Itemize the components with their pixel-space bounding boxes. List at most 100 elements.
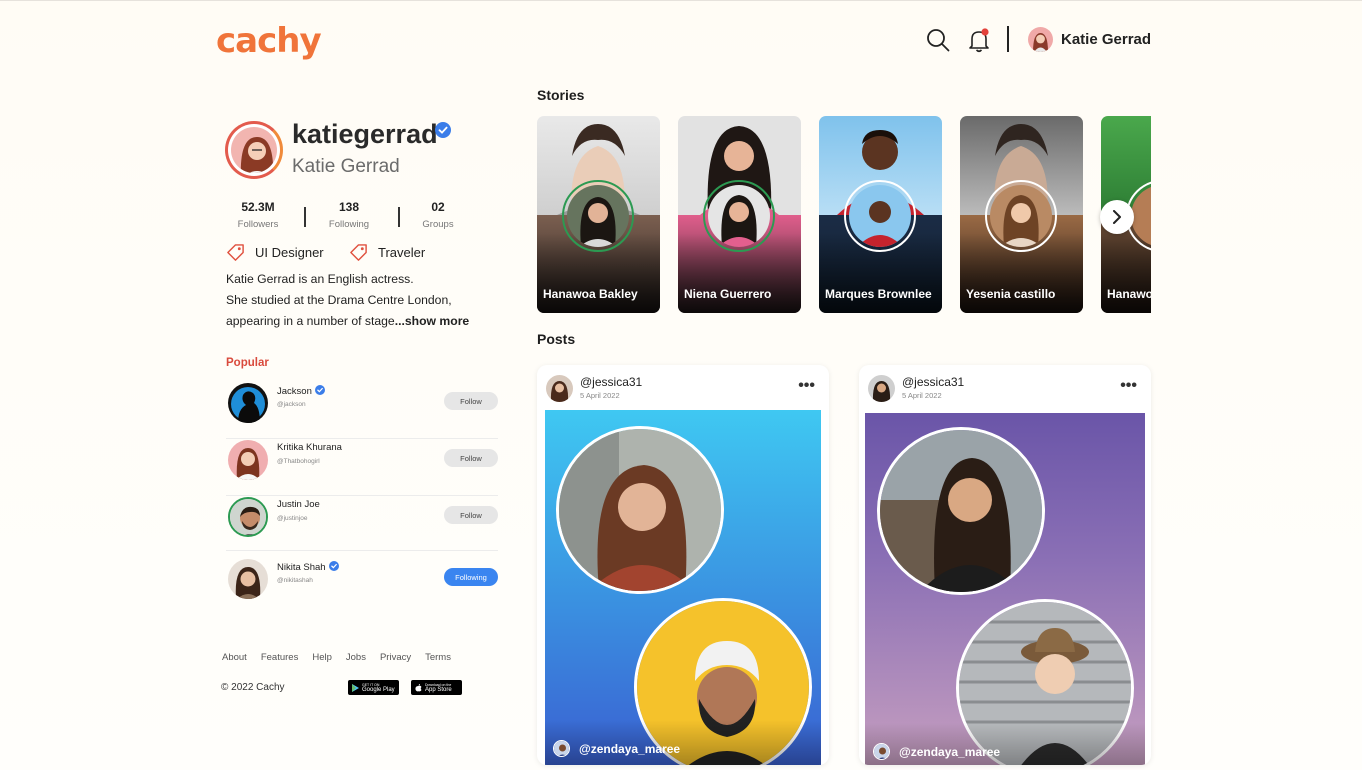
post-media[interactable]: @zendaya_maree [865, 413, 1145, 765]
bio-line: appearing in a number of stage [226, 314, 395, 328]
tagged-user-avatar[interactable] [873, 743, 890, 760]
post-media[interactable]: @zendaya_maree [545, 410, 821, 765]
profile-full-name: Katie Gerrad [292, 156, 400, 177]
page: cachy Katie Gerrad katiegerrad Katie Ger… [0, 0, 1362, 770]
badge-label: App Store [425, 686, 452, 693]
google-play-icon [352, 683, 359, 692]
more-options-icon[interactable]: ••• [1120, 377, 1137, 395]
popular-user-name: Jackson [277, 385, 325, 397]
posts-title: Posts [537, 331, 576, 347]
post-date: 5 April 2022 [902, 391, 942, 400]
footer-link-help[interactable]: Help [312, 652, 332, 663]
footer-link-about[interactable]: About [222, 652, 247, 663]
story-avatar [562, 180, 634, 252]
show-more-link[interactable]: ...show more [395, 314, 470, 328]
profile-tag[interactable]: Traveler [349, 241, 425, 263]
story-card[interactable]: Hanawoa Bakley [537, 116, 660, 313]
story-card[interactable]: Yesenia castillo [960, 116, 1083, 313]
verified-badge-icon [314, 385, 325, 395]
post-author-name[interactable]: @jessica31 [580, 375, 642, 389]
header-user-name[interactable]: Katie Gerrad [1061, 31, 1151, 48]
post-image-portrait [556, 426, 724, 594]
tagged-user-name[interactable]: @zendaya_maree [579, 742, 680, 756]
popular-user-row[interactable]: Justin Joe @justinjoe Follow [226, 497, 498, 551]
story-name: Hanawoa Bakley [1107, 287, 1151, 301]
story-card[interactable]: Marques Brownlee [819, 116, 942, 313]
footer-link-jobs[interactable]: Jobs [346, 652, 366, 663]
profile-tag[interactable]: UI Designer [226, 241, 324, 263]
bio-line: Katie Gerrad is an English actress. [226, 272, 414, 286]
bio-line: She studied at the Drama Centre London, [226, 293, 452, 307]
footer-link-terms[interactable]: Terms [425, 652, 451, 663]
follow-button[interactable]: Follow [444, 392, 498, 410]
popular-user-handle: @jackson [277, 401, 306, 408]
stat-divider [398, 207, 400, 227]
stories-strip: Hanawoa Bakley Niena Guerrero Marques Br… [537, 116, 1151, 314]
cachy-logo[interactable]: cachy [216, 21, 322, 61]
post-card[interactable]: @jessica31 5 April 2022 ••• @zendaya_mar… [537, 365, 829, 765]
stat-label: Followers [237, 219, 279, 230]
tag-icon [350, 243, 367, 261]
following-button[interactable]: Following [444, 568, 498, 586]
profile-bio: Katie Gerrad is an English actress. She … [226, 269, 496, 332]
story-name: Marques Brownlee [825, 287, 932, 301]
popular-user-row[interactable]: Jackson @jackson Follow [226, 383, 498, 439]
post-author-avatar[interactable] [868, 375, 895, 402]
popular-user-name: Kritika Khurana [277, 442, 342, 453]
footer-links: About Features Help Jobs Privacy Terms [222, 652, 451, 663]
notification-bell-icon[interactable] [967, 27, 991, 53]
header-divider [1007, 26, 1009, 52]
tag-label: UI Designer [255, 244, 324, 260]
story-name: Hanawoa Bakley [543, 287, 638, 301]
stories-title: Stories [537, 87, 585, 103]
stat-groups[interactable]: 02 Groups [403, 200, 473, 230]
app-store-badge[interactable]: Download on the App Store [411, 680, 462, 695]
stat-followers[interactable]: 52.3M Followers [223, 200, 293, 230]
stat-label: Following [328, 219, 370, 230]
badge-label: Google Play [362, 686, 395, 693]
post-image-portrait [877, 427, 1045, 595]
stat-value: 52.3M [241, 200, 275, 214]
story-avatar [844, 180, 916, 252]
verified-badge-icon [435, 122, 451, 138]
tagged-user-avatar[interactable] [553, 740, 570, 757]
post-date: 5 April 2022 [580, 391, 620, 400]
stories-next-button[interactable] [1100, 200, 1134, 234]
search-icon[interactable] [926, 28, 950, 52]
tagged-user-name[interactable]: @zendaya_maree [899, 745, 1000, 759]
popular-user-row[interactable]: Kritika Khurana @Thatbohogirl Follow [226, 440, 498, 496]
profile-username: katiegerrad [292, 119, 438, 149]
popular-user-row[interactable]: Nikita Shah @nikitashah Following [226, 559, 498, 615]
more-options-icon[interactable]: ••• [798, 377, 815, 395]
stat-following[interactable]: 138 Following [314, 200, 384, 230]
footer-link-privacy[interactable]: Privacy [380, 652, 411, 663]
popular-title: Popular [226, 357, 269, 369]
popular-user-handle: @nikitashah [277, 577, 313, 584]
avatar[interactable] [228, 383, 268, 423]
avatar[interactable] [228, 497, 268, 537]
popular-user-name: Nikita Shah [277, 561, 339, 573]
tag-label: Traveler [378, 244, 426, 260]
stat-divider [304, 207, 306, 227]
popular-user-name: Justin Joe [277, 499, 320, 510]
avatar[interactable] [228, 559, 268, 599]
profile-avatar[interactable] [225, 121, 283, 179]
tag-icon [227, 243, 244, 261]
post-card[interactable]: @jessica31 5 April 2022 ••• @zendaya_mar… [859, 365, 1151, 765]
stat-value: 138 [338, 200, 360, 214]
post-author-avatar[interactable] [546, 375, 573, 402]
footer-link-features[interactable]: Features [261, 652, 299, 663]
chevron-right-icon [1113, 210, 1121, 224]
copyright: © 2022 Cachy [221, 682, 285, 693]
story-card[interactable]: Niena Guerrero [678, 116, 801, 313]
follow-button[interactable]: Follow [444, 506, 498, 524]
stat-label: Groups [422, 219, 454, 230]
follow-button[interactable]: Follow [444, 449, 498, 467]
google-play-badge[interactable]: GET IT ON Google Play [348, 680, 399, 695]
verified-badge-icon [328, 561, 339, 571]
story-name: Niena Guerrero [684, 287, 772, 301]
post-author-name[interactable]: @jessica31 [902, 375, 964, 389]
header-avatar[interactable] [1028, 27, 1053, 52]
story-name: Yesenia castillo [966, 287, 1056, 301]
avatar[interactable] [228, 440, 268, 480]
